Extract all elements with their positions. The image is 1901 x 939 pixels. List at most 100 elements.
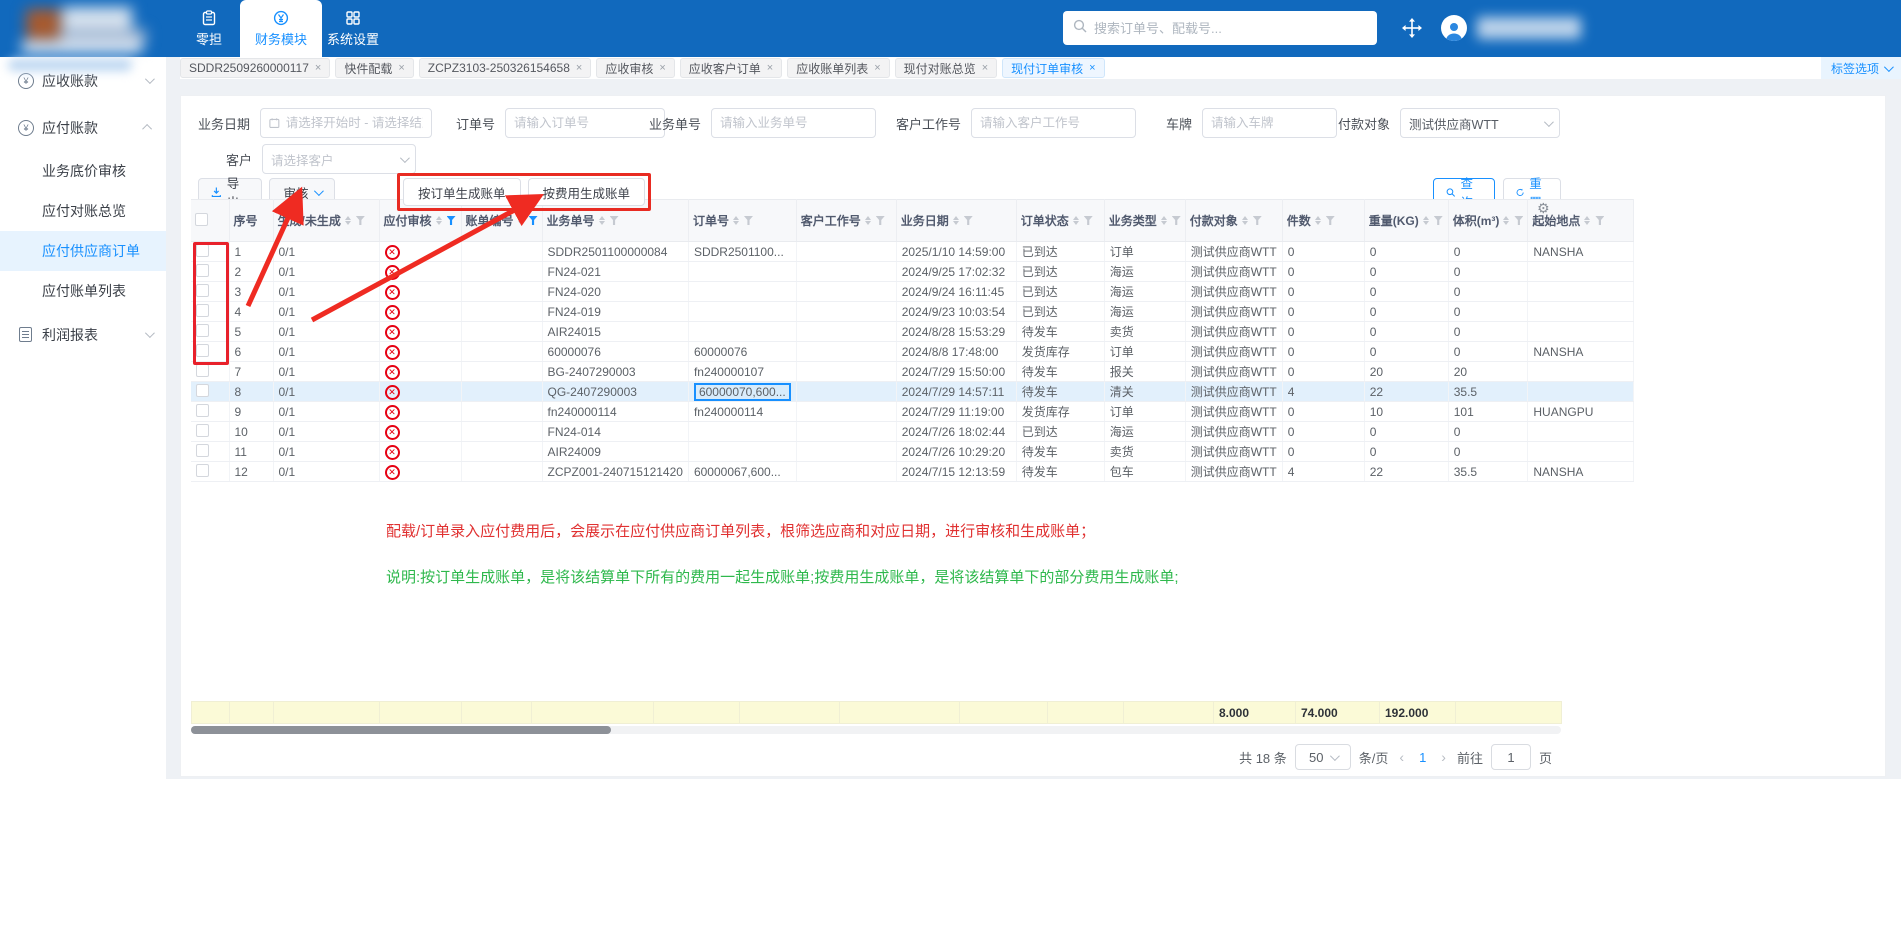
sort-icon[interactable] — [344, 216, 351, 225]
global-search[interactable] — [1063, 11, 1377, 45]
goto-page-input[interactable]: 1 — [1490, 744, 1531, 770]
tab-close-icon[interactable]: × — [767, 62, 773, 74]
sort-icon[interactable] — [1241, 216, 1248, 225]
select-all-checkbox[interactable] — [195, 212, 208, 226]
order-no-input[interactable] — [514, 116, 657, 130]
sort-icon[interactable] — [952, 216, 959, 225]
page-size-select[interactable]: 50 — [1294, 744, 1351, 770]
column-header-体积(m³)[interactable]: 体积(m³) — [1448, 199, 1529, 242]
sort-icon[interactable] — [1072, 216, 1079, 225]
tab-应收审核[interactable]: 应收审核 × — [596, 58, 675, 78]
column-header-订单号[interactable]: 订单号 — [688, 199, 797, 242]
filter-funnel-icon[interactable] — [1171, 216, 1181, 225]
generate-bill-by-fee-button[interactable]: 按费用生成账单 — [527, 178, 646, 206]
selected-order-cell[interactable]: 60000070,600... — [693, 382, 791, 401]
filter-funnel-icon[interactable] — [446, 216, 456, 225]
tab-close-icon[interactable]: × — [576, 62, 582, 74]
filter-funnel-icon[interactable] — [1083, 216, 1093, 225]
current-page[interactable]: 1 — [1415, 750, 1430, 765]
table-row[interactable]: 7 0/1 ✕ BG-2407290003 fn240000107 2024/7/29 1… — [191, 361, 1635, 382]
row-checkbox[interactable] — [196, 383, 209, 397]
payee-select[interactable]: 测试供应商WTT — [1400, 108, 1561, 138]
avatar[interactable] — [1441, 15, 1467, 41]
row-checkbox[interactable] — [196, 243, 209, 257]
filter-funnel-icon[interactable] — [1514, 216, 1524, 225]
filter-funnel-icon[interactable] — [355, 216, 365, 225]
scrollbar-thumb[interactable] — [191, 726, 611, 734]
filter-funnel-icon[interactable] — [1433, 216, 1443, 225]
sidebar-group-应付账款[interactable]: ¥ 应付账款 — [0, 104, 166, 151]
sidebar-group-利润报表[interactable]: 利润报表 — [0, 311, 166, 358]
filter-funnel-icon[interactable] — [609, 216, 619, 225]
tab-快件配载[interactable]: 快件配载 × — [335, 58, 414, 78]
nav-item-ltl[interactable]: 零担 — [178, 0, 240, 57]
sort-icon[interactable] — [1314, 216, 1321, 225]
column-header-件数[interactable]: 件数 — [1282, 199, 1365, 242]
table-row[interactable]: 3 0/1 ✕ FN24-020 2024/9/24 16:11:45 已到达 海运 测试供应… — [191, 281, 1635, 302]
table-row[interactable]: 6 0/1 ✕ 60000076 60000076 2024/8/8 17:48:00 发货… — [191, 341, 1635, 362]
sort-icon[interactable] — [864, 216, 871, 225]
row-checkbox[interactable] — [196, 423, 209, 437]
tab-close-icon[interactable]: × — [1089, 62, 1095, 74]
table-row[interactable]: 5 0/1 ✕ AIR24015 2024/8/28 15:53:29 待发车 卖货 测试供应… — [191, 321, 1635, 342]
tab-close-icon[interactable]: × — [315, 62, 321, 74]
row-checkbox[interactable] — [196, 323, 209, 337]
column-header-生成/未生成[interactable]: 生成/未生成 — [273, 199, 380, 242]
customer-select[interactable]: 请选择客户 — [262, 144, 417, 174]
filter-funnel-icon[interactable] — [528, 216, 538, 225]
tab-应收账单列表[interactable]: 应收账单列表 × — [787, 58, 890, 78]
date-range-placeholder[interactable] — [285, 116, 424, 130]
sidebar-item-应付对账总览[interactable]: 应付对账总览 — [0, 191, 166, 231]
filter-funnel-icon[interactable] — [743, 216, 753, 225]
column-header-客户工作号[interactable]: 客户工作号 — [796, 199, 897, 242]
column-header-重量(KG)[interactable]: 重量(KG) — [1364, 199, 1449, 242]
filter-funnel-icon[interactable] — [875, 216, 885, 225]
sidebar-item-应付供应商订单[interactable]: 应付供应商订单 — [0, 231, 166, 271]
move-drag-icon[interactable] — [1401, 17, 1423, 44]
table-row[interactable]: 4 0/1 ✕ FN24-019 2024/9/23 10:03:54 已到达 海运 测试供应… — [191, 301, 1635, 322]
table-row[interactable]: 10 0/1 ✕ FN24-014 2024/7/26 18:02:44 已到达 海运 测试供… — [191, 421, 1635, 442]
sort-icon[interactable] — [517, 216, 524, 225]
table-row[interactable]: 9 0/1 ✕ fn240000114 fn240000114 2024/7/29 11:… — [191, 401, 1635, 422]
tab-close-icon[interactable]: × — [874, 62, 880, 74]
column-header-业务日期[interactable]: 业务日期 — [896, 199, 1017, 242]
row-checkbox[interactable] — [196, 463, 209, 477]
next-page-button[interactable]: › — [1438, 749, 1449, 765]
sort-icon[interactable] — [435, 216, 442, 225]
table-row[interactable]: 2 0/1 ✕ FN24-021 2024/9/25 17:02:32 已到达 海运 测试供应… — [191, 261, 1635, 282]
row-checkbox[interactable] — [196, 263, 209, 277]
tab-close-icon[interactable]: × — [659, 62, 665, 74]
sort-icon[interactable] — [732, 216, 739, 225]
row-checkbox[interactable] — [196, 283, 209, 297]
tab-ZCPZ3103-250326154658[interactable]: ZCPZ3103-250326154658 × — [418, 58, 592, 78]
sort-icon[interactable] — [1584, 216, 1591, 225]
row-checkbox[interactable] — [196, 343, 209, 357]
tab-SDDR2509260000117[interactable]: SDDR2509260000117 × — [180, 58, 331, 78]
sort-icon[interactable] — [598, 216, 605, 225]
sort-icon[interactable] — [1422, 216, 1429, 225]
row-checkbox[interactable] — [196, 303, 209, 317]
filter-funnel-icon[interactable] — [1325, 216, 1335, 225]
nav-item-settings[interactable]: 系统设置 — [322, 0, 384, 57]
filter-funnel-icon[interactable] — [1252, 216, 1262, 225]
sort-icon[interactable] — [1503, 216, 1510, 225]
date-range-input[interactable] — [260, 108, 433, 138]
sidebar-item-应付账单列表[interactable]: 应付账单列表 — [0, 271, 166, 311]
column-header-订单状态[interactable]: 订单状态 — [1016, 199, 1105, 242]
filter-funnel-icon[interactable] — [1595, 216, 1605, 225]
tab-现付对账总览[interactable]: 现付对账总览 × — [894, 58, 998, 78]
filter-funnel-icon[interactable] — [963, 216, 973, 225]
table-row[interactable]: 12 0/1 ✕ ZCPZ001-240715121420 60000067,600..… — [191, 461, 1635, 482]
biz-no-input[interactable] — [720, 116, 868, 130]
column-header-序号[interactable]: 序号 — [229, 199, 274, 242]
column-header-付款对象[interactable]: 付款对象 — [1185, 199, 1283, 242]
customer-job-input[interactable] — [980, 116, 1128, 130]
prev-page-button[interactable]: ‹ — [1396, 749, 1407, 765]
tab-close-icon[interactable]: × — [398, 62, 404, 74]
table-row[interactable]: 8 0/1 ✕ QG-2407290003 60000070,600... 2024/7/… — [191, 381, 1635, 402]
table-row[interactable]: 11 0/1 ✕ AIR24009 2024/7/26 10:29:20 待发车 卖货 测试供… — [191, 441, 1635, 462]
nav-item-finance[interactable]: 财务模块 — [240, 0, 322, 57]
sort-icon[interactable] — [1160, 216, 1167, 225]
column-header-业务类型[interactable]: 业务类型 — [1104, 199, 1186, 242]
tab-应收客户订单[interactable]: 应收客户订单 × — [679, 58, 783, 78]
